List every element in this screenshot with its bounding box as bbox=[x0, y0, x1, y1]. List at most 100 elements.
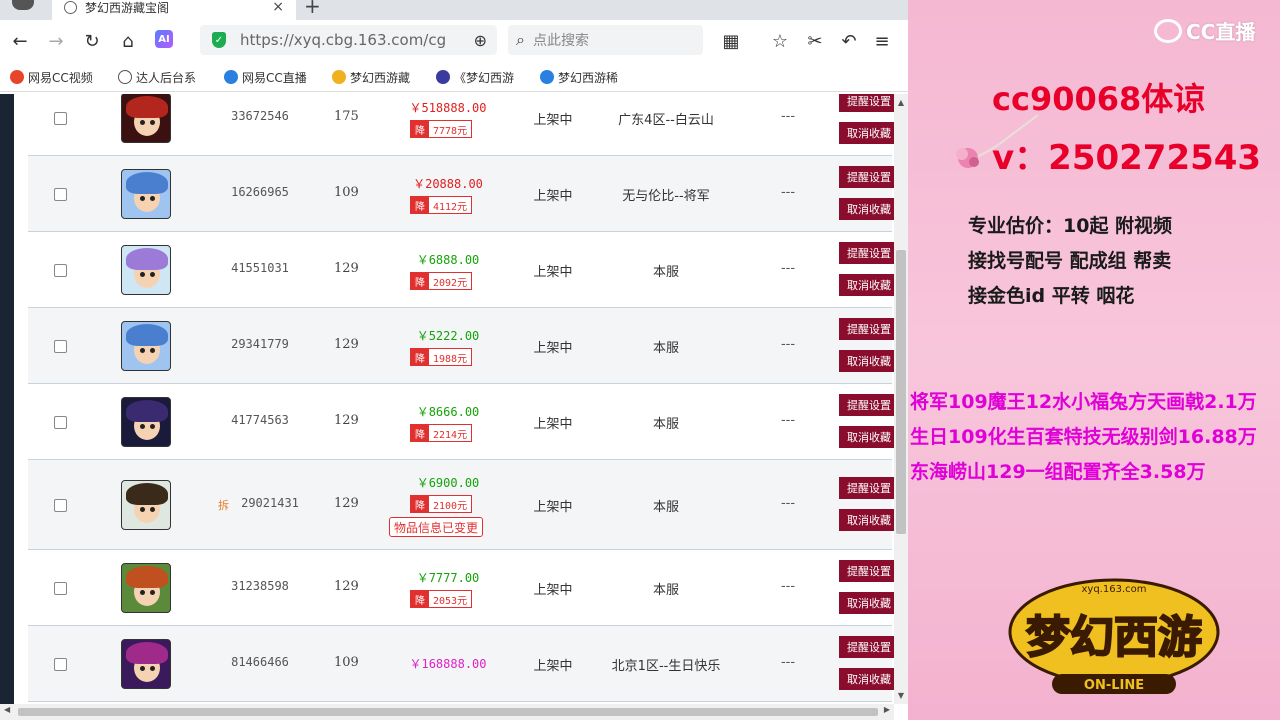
price: ￥6900.00 bbox=[416, 476, 480, 490]
tab-active[interactable]: 梦幻西游藏宝阁 × bbox=[52, 0, 296, 20]
game-logo-small-text: xyq.163.com bbox=[1082, 584, 1147, 595]
address-bar[interactable]: ✓ https://xyq.cbg.163.com/cg ⊕ bbox=[200, 25, 497, 55]
drop-amount: 2053元 bbox=[429, 591, 472, 607]
remind-button[interactable]: 提醒设置 bbox=[839, 94, 895, 112]
new-tab-button[interactable]: + bbox=[304, 0, 321, 18]
tab-close-icon[interactable]: × bbox=[272, 0, 284, 15]
cut-icon[interactable]: ✂ bbox=[803, 29, 827, 53]
horizontal-scrollbar[interactable]: ◀ ▶ bbox=[0, 704, 894, 720]
row-checkbox[interactable] bbox=[54, 499, 67, 512]
row-checkbox[interactable] bbox=[54, 340, 67, 353]
price: ￥518888.00 bbox=[409, 101, 487, 115]
apps-grid-icon[interactable]: ▦ bbox=[719, 29, 743, 53]
character-level: 175 bbox=[334, 109, 359, 124]
drop-amount: 7778元 bbox=[429, 121, 472, 137]
reload-icon[interactable]: ↻ bbox=[80, 29, 104, 53]
browser-menu-icon[interactable] bbox=[12, 0, 34, 10]
cc-live-logo: CC直播 bbox=[1154, 16, 1255, 45]
server-name: 本服 bbox=[652, 500, 679, 515]
row-checkbox[interactable] bbox=[54, 658, 67, 671]
home-icon[interactable]: ⌂ bbox=[116, 29, 140, 53]
price-drop-badge: 降 7778元 bbox=[410, 120, 473, 138]
bookmark-item[interactable]: 网易CC视频 bbox=[10, 68, 102, 86]
row-checkbox[interactable] bbox=[54, 188, 67, 201]
server-name: 本服 bbox=[652, 583, 679, 598]
row-checkbox[interactable] bbox=[54, 582, 67, 595]
bookmark-item[interactable]: 梦幻西游稀 bbox=[540, 68, 628, 86]
character-avatar[interactable] bbox=[121, 639, 171, 689]
remind-button[interactable]: 提醒设置 bbox=[839, 318, 895, 340]
serial-number: 41774563 bbox=[231, 413, 289, 427]
character-avatar[interactable] bbox=[121, 480, 171, 530]
unfavorite-button[interactable]: 取消收藏 bbox=[839, 668, 895, 690]
server-name: 广东4区--白云山 bbox=[618, 113, 714, 128]
drop-amount: 2100元 bbox=[429, 496, 472, 512]
extra-column: --- bbox=[780, 337, 796, 352]
unfavorite-button[interactable]: 取消收藏 bbox=[839, 274, 895, 296]
cc-icon bbox=[224, 70, 238, 84]
game-logo-subtitle: ON-LINE bbox=[1084, 678, 1144, 693]
remind-button[interactable]: 提醒设置 bbox=[839, 166, 895, 188]
streamer-id: cc90068体谅 bbox=[992, 80, 1206, 118]
service-line: 接找号配号 配成组 帮卖 bbox=[968, 250, 1172, 272]
character-avatar[interactable] bbox=[121, 245, 171, 295]
remind-button[interactable]: 提醒设置 bbox=[839, 477, 895, 499]
scroll-left-icon[interactable]: ◀ bbox=[4, 705, 10, 714]
bookmark-item[interactable]: 《梦幻西游 bbox=[436, 68, 522, 86]
stream-overlay: CC直播 cc90068体谅 v：250272543 专业估价：10起 附视频 … bbox=[908, 0, 1280, 720]
row-checkbox[interactable] bbox=[54, 416, 67, 429]
price-drop-badge: 降 2214元 bbox=[410, 424, 473, 442]
remind-button[interactable]: 提醒设置 bbox=[839, 394, 895, 416]
serial-number: 81466466 bbox=[231, 655, 289, 669]
character-avatar[interactable] bbox=[121, 397, 171, 447]
contact-line: v：250272543 bbox=[992, 138, 1262, 178]
scroll-thumb[interactable] bbox=[18, 708, 878, 716]
game-logo-title: 梦幻西游 bbox=[1026, 612, 1202, 663]
character-avatar[interactable] bbox=[121, 321, 171, 371]
extra-column: --- bbox=[780, 579, 796, 594]
bookmark-item[interactable]: 网易CC直播 bbox=[224, 68, 316, 86]
character-level: 129 bbox=[334, 337, 359, 352]
forward-icon[interactable]: → bbox=[44, 29, 68, 53]
listing-status: 上架中 bbox=[533, 583, 573, 598]
game-logo: xyq.163.com 梦幻西游 ON-LINE bbox=[1008, 578, 1220, 694]
unfavorite-button[interactable]: 取消收藏 bbox=[839, 426, 895, 448]
unfavorite-button[interactable]: 取消收藏 bbox=[839, 122, 895, 144]
unfavorite-button[interactable]: 取消收藏 bbox=[839, 198, 895, 220]
ai-assistant-icon[interactable]: AI bbox=[155, 30, 173, 48]
unfavorite-button[interactable]: 取消收藏 bbox=[839, 592, 895, 614]
url-text: https://xyq.cbg.163.com/cg bbox=[240, 31, 447, 49]
drop-label: 降 bbox=[411, 496, 429, 512]
scroll-thumb[interactable] bbox=[896, 250, 906, 534]
server-name: 北京1区--生日快乐 bbox=[611, 659, 721, 674]
character-avatar[interactable] bbox=[121, 169, 171, 219]
service-line: 专业估价：10起 附视频 bbox=[968, 215, 1173, 237]
extra-column: --- bbox=[780, 261, 796, 276]
undo-icon[interactable]: ↶ bbox=[837, 29, 861, 53]
favorites-icon[interactable]: ☆ bbox=[768, 29, 792, 53]
bookmark-item[interactable]: 梦幻西游藏 bbox=[332, 68, 420, 86]
unfavorite-button[interactable]: 取消收藏 bbox=[839, 509, 895, 531]
scroll-right-icon[interactable]: ▶ bbox=[884, 705, 890, 714]
character-level: 129 bbox=[334, 496, 359, 511]
item-changed-notice: 物品信息已变更 bbox=[389, 517, 484, 537]
back-icon[interactable]: ← bbox=[8, 29, 32, 53]
table-row: 29341779 129 ￥5222.00 降 1988元 上架中 本服 --- 提醒设置 取消收… bbox=[28, 308, 895, 384]
zoom-icon[interactable]: ⊕ bbox=[474, 31, 487, 50]
remind-button[interactable]: 提醒设置 bbox=[839, 242, 895, 264]
remind-button[interactable]: 提醒设置 bbox=[839, 636, 895, 658]
drop-label: 降 bbox=[411, 591, 429, 607]
remind-button[interactable]: 提醒设置 bbox=[839, 560, 895, 582]
row-checkbox[interactable] bbox=[54, 264, 67, 277]
character-avatar[interactable] bbox=[121, 94, 171, 143]
character-avatar[interactable] bbox=[121, 563, 171, 613]
unfavorite-button[interactable]: 取消收藏 bbox=[839, 350, 895, 372]
row-checkbox[interactable] bbox=[54, 112, 67, 125]
listing-status: 上架中 bbox=[533, 113, 573, 128]
scroll-up-icon[interactable]: ▲ bbox=[896, 98, 906, 107]
bookmark-item[interactable]: 达人后台系 bbox=[118, 68, 206, 86]
search-box[interactable]: ⌕ 点此搜索 bbox=[508, 25, 703, 55]
scroll-down-icon[interactable]: ▼ bbox=[896, 691, 906, 700]
menu-icon[interactable]: ≡ bbox=[870, 29, 894, 53]
vertical-scrollbar[interactable]: ▲ ▼ bbox=[894, 94, 908, 704]
